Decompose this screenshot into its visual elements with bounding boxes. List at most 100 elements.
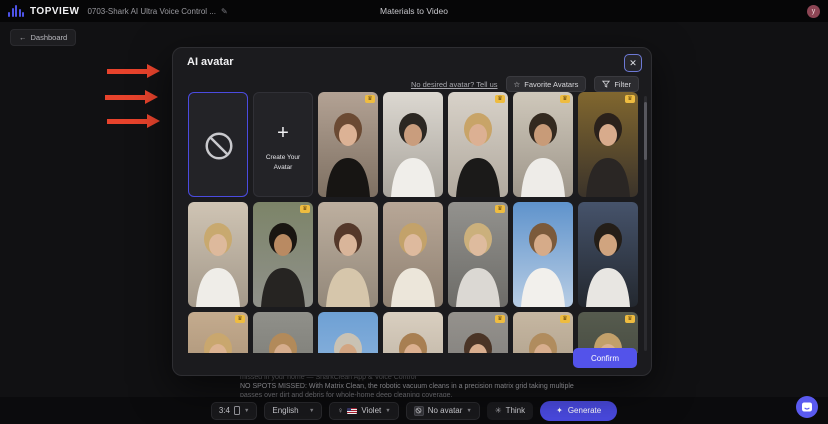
person-photo	[383, 92, 443, 197]
funnel-icon	[602, 80, 610, 88]
portrait-ratio-icon	[234, 406, 240, 415]
avatar-select[interactable]: No avatar ▼	[406, 402, 480, 420]
avatar-tile[interactable]: ♛	[578, 312, 638, 353]
app: TOPVIEW 0703-Shark AI Ultra Voice Contro…	[0, 0, 828, 424]
premium-crown-icon: ♛	[560, 95, 570, 103]
avatar-tile[interactable]	[318, 312, 378, 353]
avatar-tile[interactable]	[188, 202, 248, 307]
premium-crown-icon: ♛	[625, 95, 635, 103]
filter-label: Filter	[614, 80, 631, 89]
chevron-down-icon: ▼	[244, 408, 249, 414]
user-avatar[interactable]: y	[807, 5, 820, 18]
voice-select[interactable]: ♀ Violet ▼	[329, 402, 398, 420]
avatar-tile[interactable]	[253, 312, 313, 353]
person-photo	[448, 202, 508, 307]
chat-launcher-button[interactable]	[796, 396, 818, 418]
chevron-down-icon: ▼	[309, 408, 314, 414]
language-select[interactable]: English ▼	[264, 402, 322, 420]
create-avatar-label: Create Your Avatar	[261, 153, 305, 173]
avatar-tile[interactable]: ♛	[448, 202, 508, 307]
chat-bubble-icon	[801, 401, 813, 413]
person-photo	[578, 92, 638, 197]
star-icon: ☆	[514, 80, 521, 89]
avatar-tile[interactable]: ♛	[578, 92, 638, 197]
filter-button[interactable]: Filter	[594, 76, 639, 92]
avatar-value: No avatar	[428, 406, 463, 415]
avatar-tile[interactable]: ♛	[188, 312, 248, 353]
favorite-avatars-label: Favorite Avatars	[524, 80, 578, 89]
female-icon: ♀	[337, 406, 343, 415]
person-photo	[188, 202, 248, 307]
sparkle-icon: ✦	[556, 406, 563, 415]
annotation-arrow-1	[107, 69, 147, 74]
back-arrow-icon: ←	[19, 33, 27, 42]
avatar-tile[interactable]: ♛	[448, 312, 508, 353]
create-avatar-tile[interactable]: + Create Your Avatar	[253, 92, 313, 197]
avatar-tile[interactable]	[383, 312, 443, 353]
chevron-down-icon: ▼	[466, 408, 471, 414]
premium-crown-icon: ♛	[235, 315, 245, 323]
confirm-button[interactable]: Confirm	[573, 348, 637, 368]
avatar-tile[interactable]	[318, 202, 378, 307]
plus-icon: +	[254, 123, 312, 143]
avatar-tile[interactable]: ♛	[318, 92, 378, 197]
think-label: Think	[506, 406, 526, 415]
person-photo	[513, 92, 573, 197]
favorite-avatars-button[interactable]: ☆ Favorite Avatars	[506, 76, 587, 92]
script-text-panel: missed in your home — SharkClean App & V…	[240, 373, 640, 400]
no-avatar-icon	[414, 406, 424, 416]
modal-scrollbar-track[interactable]	[644, 96, 647, 351]
person-photo	[253, 312, 313, 353]
modal-title: AI avatar	[187, 56, 233, 68]
generate-button[interactable]: ✦ Generate	[540, 401, 617, 421]
think-button[interactable]: ✳ Think	[487, 402, 533, 420]
avatar-tile[interactable]	[383, 92, 443, 197]
page-title: Materials to Video	[0, 6, 828, 16]
voice-value: Violet	[361, 406, 381, 415]
confirm-label: Confirm	[591, 354, 619, 363]
aspect-ratio-select[interactable]: 3:4 ▼	[211, 402, 258, 420]
person-photo	[318, 92, 378, 197]
composer-bar: 3:4 ▼ English ▼ ♀ Violet ▼ No avatar ▼ ✳…	[0, 397, 828, 424]
close-icon: ✕	[629, 58, 637, 69]
person-photo	[253, 202, 313, 307]
no-avatar-tile[interactable]	[188, 92, 248, 197]
premium-crown-icon: ♛	[365, 95, 375, 103]
premium-crown-icon: ♛	[300, 205, 310, 213]
think-icon: ✳	[495, 406, 502, 415]
avatar-tile[interactable]: ♛	[513, 312, 573, 353]
avatar-tile[interactable]	[578, 202, 638, 307]
avatar-tile[interactable]	[513, 202, 573, 307]
avatar-tile[interactable]: ♛	[513, 92, 573, 197]
modal-scrollbar-thumb[interactable]	[644, 102, 647, 160]
person-photo	[513, 202, 573, 307]
chevron-down-icon: ▼	[385, 408, 390, 414]
aspect-ratio-value: 3:4	[219, 406, 230, 415]
person-photo	[448, 92, 508, 197]
avatar-tile[interactable]: ♛	[448, 92, 508, 197]
premium-crown-icon: ♛	[495, 205, 505, 213]
avatar-tile[interactable]: ♛	[253, 202, 313, 307]
person-photo	[318, 202, 378, 307]
dashboard-label: Dashboard	[31, 33, 68, 42]
premium-crown-icon: ♛	[495, 315, 505, 323]
person-photo	[383, 202, 443, 307]
ai-avatar-modal: AI avatar ✕ No desired avatar? Tell us ☆…	[172, 47, 652, 376]
person-photo	[578, 202, 638, 307]
dashboard-back-button[interactable]: ← Dashboard	[10, 29, 76, 46]
premium-crown-icon: ♛	[560, 315, 570, 323]
avatar-grid: + Create Your Avatar ♛ ♛ ♛ ♛ ♛ ♛ ♛ ♛ ♛ ♛	[188, 92, 638, 353]
premium-crown-icon: ♛	[625, 315, 635, 323]
avatar-tile[interactable]	[383, 202, 443, 307]
prohibition-icon	[202, 129, 236, 163]
annotation-arrow-2	[105, 95, 145, 100]
tell-us-link[interactable]: No desired avatar? Tell us	[411, 80, 498, 89]
avatar-grid-viewport: + Create Your Avatar ♛ ♛ ♛ ♛ ♛ ♛ ♛ ♛ ♛ ♛	[188, 92, 638, 353]
modal-toolbar: No desired avatar? Tell us ☆ Favorite Av…	[411, 76, 639, 92]
us-flag-icon	[347, 408, 357, 414]
close-button[interactable]: ✕	[624, 54, 642, 72]
language-value: English	[272, 406, 298, 415]
person-photo	[383, 312, 443, 353]
premium-crown-icon: ♛	[495, 95, 505, 103]
generate-label: Generate	[568, 406, 601, 415]
